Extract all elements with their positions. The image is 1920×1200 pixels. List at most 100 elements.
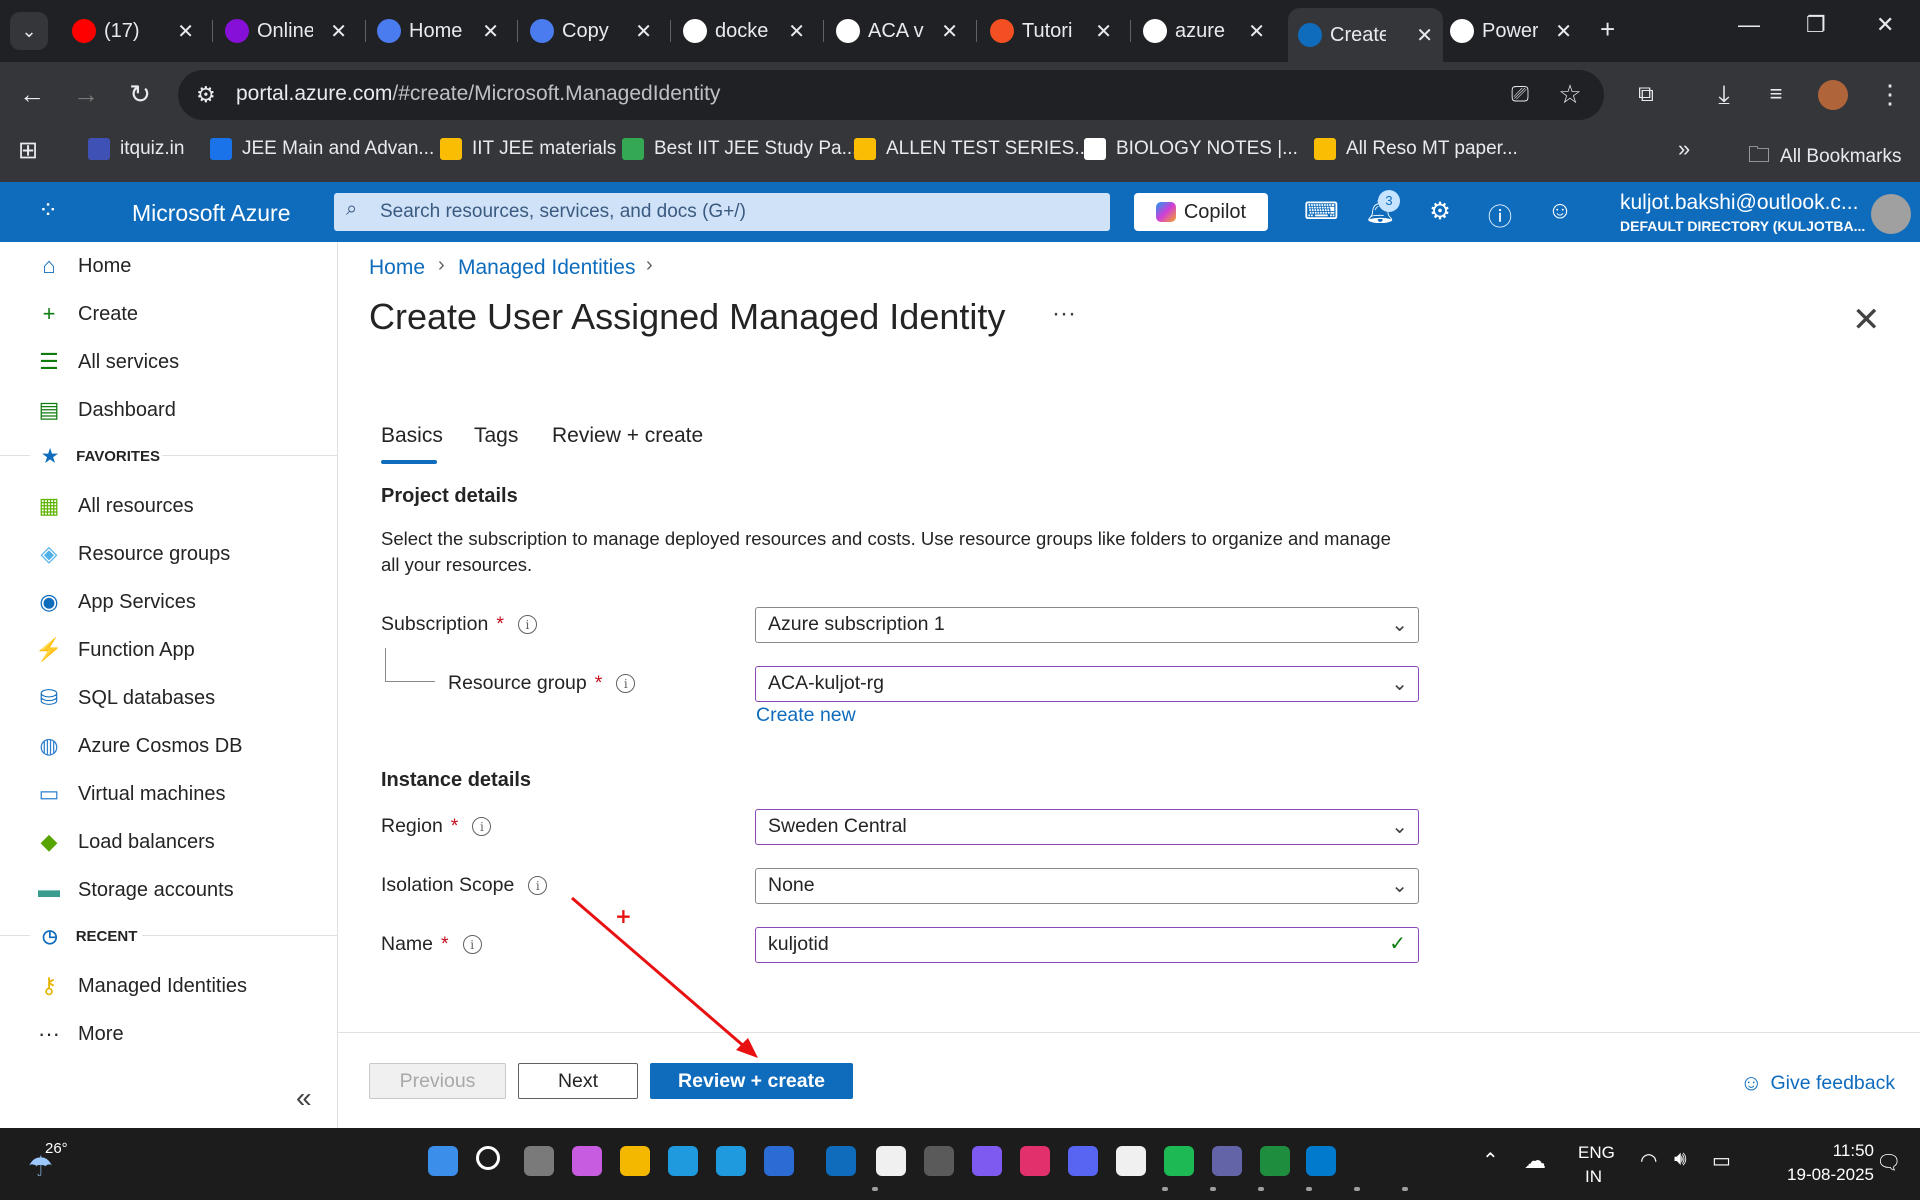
browser-tab[interactable]: azure ✕ [1133, 8, 1275, 54]
notification-center-icon[interactable]: 🗨︎ [1876, 1150, 1901, 1175]
browser-tab[interactable]: docke ✕ [673, 8, 815, 54]
browser-tab[interactable]: Online ✕ [215, 8, 357, 54]
spotify-icon[interactable] [1212, 1146, 1242, 1176]
browser-tab[interactable]: Create ✕ [1288, 8, 1443, 62]
sidebar-item-managed-identities[interactable]: ⚷ Managed Identities [34, 972, 247, 1000]
cloud-shell-icon[interactable]: ⌨ [1304, 197, 1339, 226]
teams-icon[interactable] [1260, 1146, 1290, 1176]
subscription-dropdown[interactable]: Azure subscription 1 ⌄ [755, 607, 1419, 643]
battery-icon[interactable]: ▭ [1712, 1148, 1731, 1173]
back-arrow-icon[interactable]: ← [14, 76, 50, 112]
sidebar-item-resource-groups[interactable]: ◈ Resource groups [34, 540, 231, 568]
bookmark-item[interactable]: JEE Main and Advan... [210, 138, 434, 160]
capcut-icon[interactable] [972, 1146, 1002, 1176]
sidebar-item-create[interactable]: + Create [34, 300, 138, 328]
sidebar-item-dashboard[interactable]: ▤ Dashboard [34, 396, 176, 424]
profile-avatar[interactable] [1818, 80, 1848, 110]
file-explorer-icon[interactable] [620, 1146, 650, 1176]
weather-temperature[interactable]: 26° [45, 1140, 68, 1157]
bookmark-item[interactable]: All Reso MT paper... [1314, 138, 1518, 160]
all-bookmarks[interactable]: 🗀 All Bookmarks [1748, 138, 1901, 176]
clipchamp-icon[interactable] [1020, 1146, 1050, 1176]
name-input[interactable]: kuljotid ✓ [755, 927, 1419, 963]
sidebar-item-function-app[interactable]: ⚡ Function App [34, 636, 194, 664]
language-indicator[interactable]: ENG [1578, 1143, 1615, 1163]
discord-icon[interactable] [1116, 1146, 1146, 1176]
browser-tab[interactable]: Power ✕ [1440, 8, 1582, 54]
bookmark-item[interactable]: BIOLOGY NOTES |... [1084, 138, 1298, 160]
account-avatar[interactable] [1871, 194, 1911, 234]
star-icon[interactable]: ☆ [1552, 76, 1588, 112]
close-tab-icon[interactable]: ✕ [941, 19, 958, 44]
account-directory[interactable]: DEFAULT DIRECTORY (KULJOTBA... [1620, 218, 1865, 234]
close-window-button[interactable]: ✕ [1876, 12, 1894, 38]
tray-chevron-icon[interactable]: ⌃ [1482, 1148, 1499, 1173]
forward-arrow-icon[interactable]: → [68, 76, 104, 112]
instagram-icon[interactable] [1068, 1146, 1098, 1176]
feedback-person-icon[interactable]: ☺ [1544, 197, 1576, 225]
tab-tags[interactable]: Tags [474, 424, 518, 448]
collapse-sidebar-icon[interactable]: « [296, 1082, 312, 1114]
clock-date[interactable]: 19-08-2025 [1762, 1165, 1874, 1185]
install-app-icon[interactable]: ⎚ [1502, 76, 1538, 112]
bookmark-item[interactable]: itquiz.in [88, 138, 184, 160]
bookmark-item[interactable]: IIT JEE materials [440, 138, 616, 160]
sidebar-item-all-resources[interactable]: ▦ All resources [34, 492, 194, 520]
sidebar-item-azure-cosmos-db[interactable]: ◍ Azure Cosmos DB [34, 732, 242, 760]
sidebar-item-virtual-machines[interactable]: ▭ Virtual machines [34, 780, 226, 808]
notepad-icon[interactable] [1306, 1146, 1336, 1176]
bookmarks-overflow-icon[interactable]: » [1678, 136, 1690, 162]
region-dropdown[interactable]: Sweden Central ⌄ [755, 809, 1419, 845]
site-info-icon[interactable]: ⚙ [196, 82, 216, 108]
sidebar-item-app-services[interactable]: ◉ App Services [34, 588, 195, 616]
azure-brand[interactable]: Microsoft Azure [132, 200, 291, 227]
search-icon[interactable] [476, 1146, 500, 1170]
close-tab-icon[interactable]: ✕ [635, 19, 652, 44]
next-button[interactable]: Next [518, 1063, 638, 1099]
chrome-icon[interactable] [876, 1146, 906, 1176]
reload-icon[interactable]: ↻ [122, 76, 158, 112]
close-tab-icon[interactable]: ✕ [788, 19, 805, 44]
close-tab-icon[interactable]: ✕ [482, 19, 499, 44]
browser-tab[interactable]: ACA v ✕ [826, 8, 968, 54]
browser-tab[interactable]: Copy ✕ [520, 8, 662, 54]
info-icon[interactable]: i [462, 935, 482, 954]
news-icon[interactable] [924, 1146, 954, 1176]
sidebar-item-home[interactable]: ⌂ Home [34, 252, 131, 280]
tab-search-button[interactable]: ⌄ [10, 12, 48, 50]
store-icon[interactable] [716, 1146, 746, 1176]
help-icon[interactable]: ⓘ [1484, 197, 1516, 232]
wifi-icon[interactable]: ◠ [1640, 1148, 1657, 1173]
start-icon[interactable] [428, 1146, 458, 1176]
sidebar-item-all-services[interactable]: ☰ All services [34, 348, 179, 376]
language-region[interactable]: IN [1585, 1167, 1602, 1187]
isolation-scope-dropdown[interactable]: None ⌄ [755, 868, 1419, 904]
browser-tab[interactable]: Tutori ✕ [980, 8, 1122, 54]
outlook-icon[interactable] [826, 1146, 856, 1176]
close-tab-icon[interactable]: ✕ [330, 19, 347, 44]
portal-menu-icon[interactable]: ⁘ [38, 196, 58, 225]
apps-grid-icon[interactable]: ⊞ [18, 136, 38, 165]
previous-button[interactable]: Previous [369, 1063, 506, 1099]
settings-gear-icon[interactable]: ⚙ [1424, 197, 1456, 226]
close-tab-icon[interactable]: ✕ [1555, 19, 1572, 44]
close-tab-icon[interactable]: ✕ [1248, 19, 1265, 44]
review-create-button[interactable]: Review + create [650, 1063, 853, 1099]
close-tab-icon[interactable]: ✕ [177, 19, 194, 44]
create-new-link[interactable]: Create new [756, 704, 856, 727]
close-tab-icon[interactable]: ✕ [1416, 23, 1433, 48]
task-view-icon[interactable] [524, 1146, 554, 1176]
minimize-button[interactable]: — [1738, 12, 1760, 38]
onedrive-icon[interactable]: ☁ [1524, 1148, 1546, 1174]
browser-tab[interactable]: Home ✕ [367, 8, 509, 54]
info-icon[interactable]: i [528, 876, 548, 895]
close-tab-icon[interactable]: ✕ [1095, 19, 1112, 44]
photos-icon[interactable] [764, 1146, 794, 1176]
sidebar-item-sql-databases[interactable]: ⛁ SQL databases [34, 684, 215, 712]
close-blade-icon[interactable]: ✕ [1852, 300, 1881, 340]
browser-tab[interactable]: (17) ✕ [62, 8, 204, 54]
give-feedback-link[interactable]: ☺ Give feedback [1740, 1070, 1895, 1096]
copilot-button[interactable]: Copilot [1134, 193, 1268, 231]
menu-kebab-icon[interactable]: ⋮ [1872, 76, 1908, 112]
extensions-icon[interactable]: ⧉ [1628, 76, 1664, 112]
